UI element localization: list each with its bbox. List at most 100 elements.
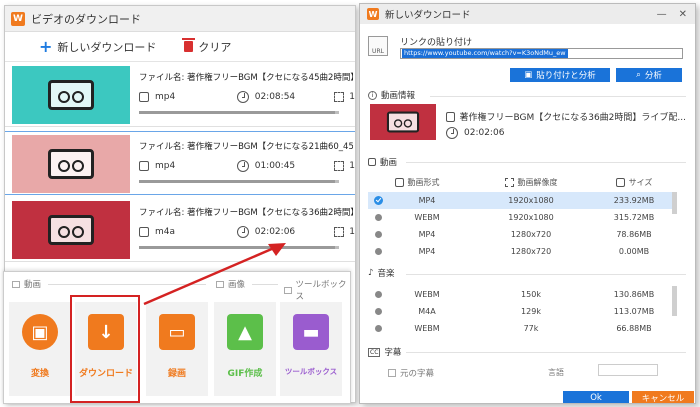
info-icon: i [368, 90, 377, 100]
cancel-button[interactable]: キャンセル [632, 391, 694, 403]
option-bitrate: 129k [521, 307, 541, 316]
paste-link-label: リンクの貼り付け [400, 38, 473, 48]
subtitle-section-header: CC 字幕 [368, 346, 401, 358]
video-option-row[interactable]: MP4 1280x720 0.00MB [368, 243, 672, 260]
size-icon [615, 177, 625, 187]
cassette-icon [48, 149, 94, 179]
video-section-icon [368, 158, 376, 166]
video-duration: 02:02:06 [464, 128, 505, 138]
format-value: m4a [155, 227, 176, 237]
radio-button[interactable] [374, 248, 382, 255]
header-resolution: 動画解像度 [517, 177, 558, 187]
option-format: WEBM [414, 290, 440, 299]
option-format: M4A [418, 307, 436, 316]
header-format: 動画形式 [407, 177, 440, 187]
film-icon: ▣ [22, 314, 58, 350]
radio-button[interactable] [374, 291, 382, 298]
option-size: 130.86MB [613, 290, 655, 299]
language-select[interactable] [598, 364, 658, 376]
cassette-icon [48, 215, 94, 245]
download-highlight-box [70, 295, 140, 403]
radio-button[interactable] [374, 325, 382, 332]
video-option-row[interactable]: MP4 1280x720 78.86MB [368, 226, 672, 243]
divider [406, 274, 686, 275]
video-thumbnail [12, 135, 130, 193]
section-toolbox-label: ツールボックス [295, 280, 347, 302]
option-format: MP4 [418, 230, 436, 239]
new-download-dialog: W 新しいダウンロード — ✕ URL リンクの貼り付け https://www… [359, 3, 696, 404]
video-list-scrollbar[interactable] [672, 192, 677, 214]
progress-bar [139, 180, 339, 183]
row-meta: mp4 02:08:54 1 [139, 91, 355, 103]
toolbox-icon: ▬ [293, 314, 329, 350]
convert-card[interactable]: ▣ 変換 [9, 302, 71, 396]
header-size: サイズ [628, 177, 653, 187]
ok-button[interactable]: Ok [563, 391, 629, 403]
video-info-duration: 02:02:06 [446, 127, 504, 139]
option-bitrate: 77k [523, 324, 539, 333]
app-logo-icon: W [11, 11, 25, 26]
plus-icon: + [39, 36, 53, 56]
option-resolution: 1920x1080 [508, 196, 554, 205]
annotation-arrow [143, 243, 286, 306]
option-bitrate: 150k [521, 290, 541, 299]
duration-value: 02:08:54 [254, 92, 296, 102]
new-download-label: 新しいダウンロード [57, 40, 157, 54]
window-title: ビデオのダウンロード [31, 12, 141, 26]
video-info-thumbnail [370, 104, 436, 140]
audio-option-row[interactable]: WEBM 77k 66.88MB [368, 320, 672, 337]
checkbox[interactable] [388, 369, 396, 377]
analyze-button[interactable]: ⌕ 分析 [616, 68, 682, 82]
video-option-row[interactable]: MP4 1920x1080 233.92MB [368, 192, 672, 209]
section-toolbox: ツールボックス [284, 278, 350, 302]
audio-option-row[interactable]: WEBM 150k 130.86MB [368, 286, 672, 303]
audio-list-scrollbar[interactable] [672, 286, 677, 316]
dialog-title-bar: W 新しいダウンロード — ✕ [360, 4, 695, 24]
arrow-line [143, 246, 275, 306]
option-size: 78.86MB [616, 230, 652, 239]
size-icon [334, 161, 345, 171]
video-section-icon [12, 280, 20, 288]
progress-bar [139, 111, 339, 114]
new-download-button[interactable]: + 新しいダウンロード [39, 36, 157, 56]
download-row[interactable]: ファイル名: 著作権フリーBGM【クセになる21曲60_45】YouTube素材… [5, 131, 355, 195]
language-label: 言語 [548, 368, 564, 377]
trash-icon [182, 38, 196, 52]
download-row[interactable]: ファイル名: 著作権フリーBGM【クセになる45曲2時間】作業用BGM ライブ配… [5, 63, 355, 127]
option-size: 233.92MB [613, 196, 655, 205]
radio-button[interactable] [374, 308, 382, 315]
radio-button[interactable] [374, 231, 382, 238]
option-size: 315.72MB [613, 213, 655, 222]
clear-button[interactable]: クリア [182, 38, 232, 55]
toolbox-card[interactable]: ▬ ツールボックス [280, 302, 342, 396]
paste-analyze-button[interactable]: ▣ 貼り付けと分析 [510, 68, 610, 82]
toolbox-label: ツールボックス [284, 367, 338, 376]
option-size: 66.88MB [616, 324, 652, 333]
video-thumbnail [12, 201, 130, 259]
video-info-label: 動画情報 [381, 91, 416, 101]
audio-section-label: 音楽 [377, 269, 395, 279]
record-card[interactable]: ▭ 録画 [146, 302, 208, 396]
gif-label: GIF作成 [227, 369, 263, 379]
file-name: ファイル名: 著作権フリーBGM【クセになる21曲60_45】YouTube素材… [139, 142, 353, 152]
video-info-title: 著作権フリーBGM【クセになる36曲2時間】ライブ配... [446, 110, 686, 123]
radio-selected[interactable] [373, 196, 383, 205]
audio-option-row[interactable]: M4A 129k 113.07MB [368, 303, 672, 320]
clear-label: クリア [198, 40, 232, 54]
convert-label: 変換 [30, 369, 49, 379]
section-video: 動画 [12, 278, 41, 290]
video-section-header: 動画 [368, 156, 397, 168]
video-option-row[interactable]: WEBM 1920x1080 315.72MB [368, 209, 672, 226]
format-icon [139, 227, 149, 237]
size-value: 1 [349, 227, 355, 237]
radio-button[interactable] [374, 214, 382, 221]
record-label: 録画 [167, 369, 186, 379]
analyze-label: 分析 [644, 71, 662, 81]
original-subtitle-checkbox[interactable]: 元の字幕 [388, 367, 434, 379]
duration-value: 02:02:06 [254, 227, 296, 237]
close-icon[interactable]: ✕ [679, 9, 687, 20]
size-value: 1 [349, 92, 355, 102]
row-meta: mp4 01:00:45 1 [139, 160, 355, 172]
minimize-icon[interactable]: — [657, 9, 667, 20]
gif-card[interactable]: ▲ GIF作成 [214, 302, 276, 396]
